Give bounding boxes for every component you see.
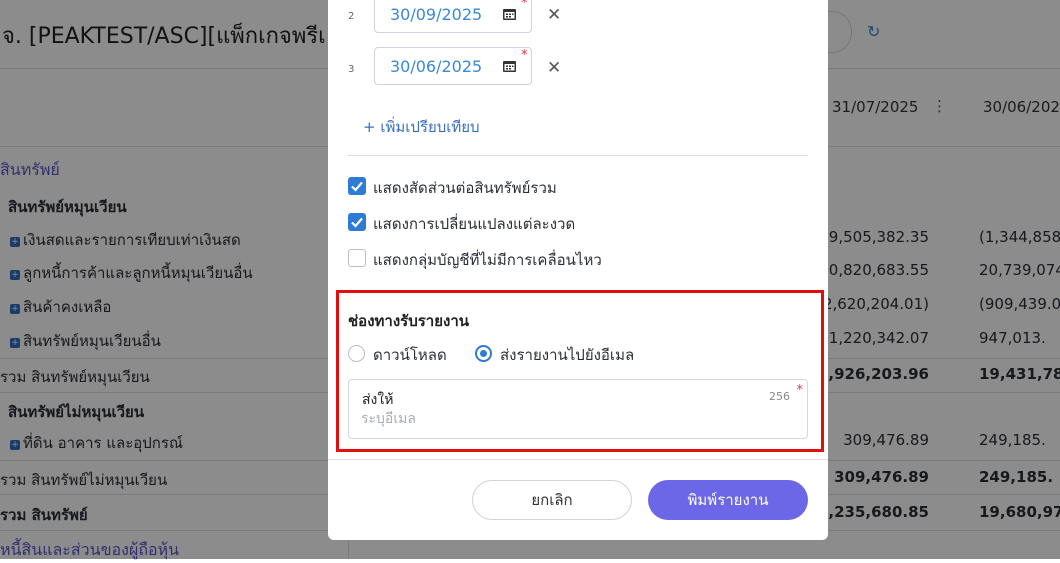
remove-row-icon[interactable]: ✕	[547, 58, 561, 78]
radio-label[interactable]: ดาวน์โหลด	[373, 343, 447, 367]
divider	[328, 459, 828, 460]
divider	[348, 155, 808, 156]
report-channel-section: ช่องทางรับรายงาน ดาวน์โหลด ส่งรายงานไปยั…	[336, 290, 824, 452]
field-label: ส่งให้	[362, 392, 394, 408]
radio-label[interactable]: ส่งรายงานไปยังอีเมล	[500, 343, 634, 367]
calendar-icon[interactable]	[503, 8, 516, 20]
option-label: แสดงการเปลี่ยนแปลงแต่ละงวด	[373, 215, 576, 233]
checkbox-show-proportion[interactable]	[348, 177, 366, 195]
required-marker: *	[521, 0, 528, 11]
radio-download[interactable]	[348, 345, 365, 362]
row-number: 3	[348, 64, 355, 75]
add-comparison-link[interactable]: + เพิ่มเปรียบเทียบ	[363, 115, 480, 139]
option-label: แสดงกลุ่มบัญชีที่ไม่มีการเคลื่อนไหว	[373, 251, 602, 269]
remove-row-icon[interactable]: ✕	[547, 5, 561, 25]
checkbox-show-change[interactable]	[348, 213, 366, 231]
check-icon	[351, 181, 363, 192]
cancel-button[interactable]: ยกเลิก	[472, 480, 632, 520]
required-marker: *	[796, 383, 804, 398]
checkbox-show-inactive[interactable]	[348, 249, 366, 267]
date-input[interactable]: 30/09/2025	[374, 0, 532, 33]
check-icon	[351, 217, 363, 228]
date-value: 30/06/2025	[390, 57, 483, 76]
row-number: 2	[348, 11, 355, 22]
char-limit: 256	[769, 390, 790, 403]
date-value: 30/09/2025	[390, 5, 483, 24]
section-title: ช่องทางรับรายงาน	[348, 312, 469, 330]
email-field[interactable]: ส่งให้ 256 *	[348, 379, 808, 439]
email-input[interactable]	[361, 411, 781, 427]
option-label: แสดงสัดส่วนต่อสินทรัพย์รวม	[373, 179, 557, 197]
date-input[interactable]: 30/06/2025	[374, 47, 532, 85]
required-marker: *	[521, 48, 528, 63]
print-report-dialog: 2 30/09/2025 * ✕ 3 30/06/2025 * ✕ + เพิ่…	[328, 0, 828, 540]
print-report-button[interactable]: พิมพ์รายงาน	[648, 480, 808, 520]
radio-email[interactable]	[475, 345, 492, 362]
calendar-icon[interactable]	[503, 60, 516, 72]
